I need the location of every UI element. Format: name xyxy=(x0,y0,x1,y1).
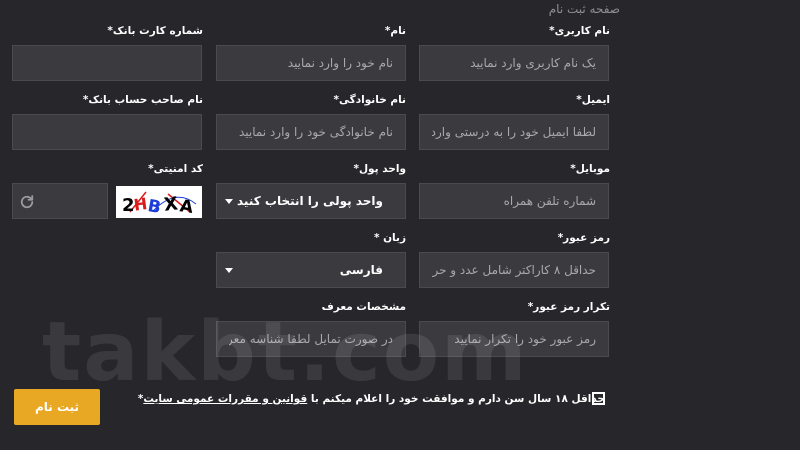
account-holder-field[interactable] xyxy=(12,114,202,150)
language-select[interactable]: فارسی xyxy=(216,252,406,288)
username-field[interactable] xyxy=(419,45,609,81)
first-name-field[interactable] xyxy=(216,45,406,81)
referrer-input[interactable] xyxy=(217,322,405,356)
password-input[interactable] xyxy=(420,253,608,287)
terms-link[interactable]: قوانین و مقررات عمومی سایت xyxy=(143,393,307,405)
card-number-field[interactable] xyxy=(12,45,202,81)
chevron-down-icon xyxy=(225,268,233,273)
terms-text: حداقل ۱۸ سال سن دارم و موافقت خود را اعل… xyxy=(138,393,605,405)
username-input[interactable] xyxy=(420,46,608,80)
referrer-label: مشخصات معرف xyxy=(321,301,406,313)
svg-text:X: X xyxy=(163,193,179,215)
account-holder-label: نام صاحب حساب بانک* xyxy=(82,94,203,106)
password-field[interactable] xyxy=(419,252,609,288)
email-field[interactable] xyxy=(419,114,609,150)
chevron-down-icon xyxy=(225,199,233,204)
first-name-label: نام* xyxy=(384,25,406,37)
last-name-field[interactable] xyxy=(216,114,406,150)
password-label: رمز عبور* xyxy=(557,232,610,244)
password-confirm-label: تکرار رمز عبور* xyxy=(527,301,610,313)
referrer-field[interactable] xyxy=(216,321,406,357)
account-holder-input[interactable] xyxy=(13,115,201,149)
terms-prefix: حداقل ۱۸ سال سن دارم و موافقت خود را اعل… xyxy=(310,393,605,405)
captcha-label: کد امنیتی* xyxy=(148,163,203,175)
password-confirm-field[interactable] xyxy=(419,321,609,357)
email-input[interactable] xyxy=(420,115,608,149)
mobile-input[interactable] xyxy=(420,184,608,218)
page-title: صفحه ثبت نام xyxy=(548,2,620,16)
currency-label: واحد پول* xyxy=(353,163,406,175)
currency-select[interactable]: واحد پولی را انتخاب کنید xyxy=(216,183,406,219)
card-number-label: شماره کارت بانک* xyxy=(107,25,203,37)
captcha-text: 2 H B X A xyxy=(122,193,195,218)
password-confirm-input[interactable] xyxy=(420,322,608,356)
language-label: زبان * xyxy=(373,232,406,244)
last-name-label: نام خانوادگی* xyxy=(333,94,406,106)
mobile-field[interactable] xyxy=(419,183,609,219)
first-name-input[interactable] xyxy=(217,46,405,80)
username-label: نام کاربری* xyxy=(549,25,610,37)
captcha-image: 2 H B X A xyxy=(116,186,202,218)
language-value: فارسی xyxy=(339,263,383,277)
email-label: ایمیل* xyxy=(576,94,610,106)
refresh-icon[interactable] xyxy=(18,193,36,211)
register-button[interactable]: ثبت نام xyxy=(14,389,100,425)
card-number-input[interactable] xyxy=(13,46,201,80)
last-name-input[interactable] xyxy=(217,115,405,149)
mobile-label: موبایل* xyxy=(570,163,610,175)
currency-value: واحد پولی را انتخاب کنید xyxy=(237,194,383,208)
